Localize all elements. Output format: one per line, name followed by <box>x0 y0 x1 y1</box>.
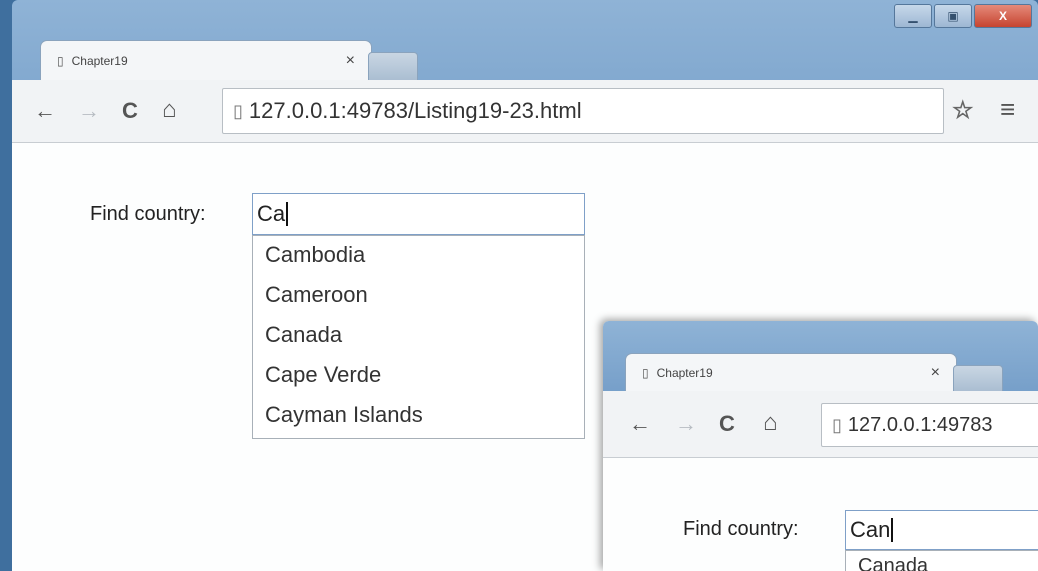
reload-icon[interactable]: C <box>122 98 138 124</box>
suggestion-item[interactable]: Canada <box>846 555 1038 571</box>
maximize-button[interactable]: ▣ <box>934 4 972 28</box>
tab-chapter19[interactable]: ▯ Chapter19 × <box>625 353 957 392</box>
input-value: Ca <box>257 201 286 226</box>
autocomplete-list: Cambodia Cameroon Canada Cape Verde Caym… <box>252 235 585 439</box>
tab-close-icon[interactable]: × <box>346 52 355 70</box>
new-tab-button[interactable] <box>368 52 418 82</box>
tab-title: Chapter19 <box>656 366 713 380</box>
menu-icon[interactable]: ≡ <box>1000 94 1015 125</box>
tab-chapter19[interactable]: ▯ Chapter19 × <box>40 40 372 81</box>
url-text: 127.0.0.1:49783 <box>847 413 993 436</box>
input-value: Can <box>850 517 891 542</box>
country-search-input[interactable]: Can <box>845 510 1038 550</box>
address-bar[interactable]: ▯ 127.0.0.1:49783 <box>821 403 1038 447</box>
find-country-label: Find country: <box>90 203 206 225</box>
page-icon: ▯ <box>832 414 842 435</box>
minimize-button[interactable]: ▁ <box>894 4 932 28</box>
page-icon: ▯ <box>642 366 649 380</box>
text-caret <box>286 202 289 226</box>
page-icon: ▯ <box>233 100 243 121</box>
find-country-label: Find country: <box>683 518 799 540</box>
browser-toolbar: ← → C ⌂ ▯ 127.0.0.1:49783 <box>603 391 1038 458</box>
text-caret <box>891 518 894 542</box>
browser-toolbar: ← → C ⌂ ▯ 127.0.0.1:49783/Listing19-23.h… <box>12 80 1038 143</box>
suggestion-item[interactable]: Cambodia <box>253 242 584 282</box>
suggestion-item[interactable]: Cameroon <box>253 282 584 322</box>
suggestion-item[interactable]: Cayman Islands <box>253 402 584 442</box>
url-text: 127.0.0.1:49783/Listing19-23.html <box>248 98 582 123</box>
page-content: Find country: Can Canada <box>603 458 1038 571</box>
browser-window-overlay: ▯ Chapter19 × ← → C ⌂ ▯ 127.0.0.1:49783 … <box>603 321 1038 571</box>
window-controls: ▁ ▣ X <box>894 4 1032 28</box>
suggestion-item[interactable]: Cape Verde <box>253 362 584 402</box>
forward-icon[interactable]: → <box>78 98 100 124</box>
address-bar[interactable]: ▯ 127.0.0.1:49783/Listing19-23.html <box>222 88 944 134</box>
reload-icon[interactable]: C <box>719 411 735 437</box>
new-tab-button[interactable] <box>953 365 1003 393</box>
back-icon[interactable]: ← <box>34 98 56 124</box>
bookmark-star-icon[interactable]: ☆ <box>952 96 974 125</box>
forward-icon[interactable]: → <box>675 411 697 437</box>
home-icon[interactable]: ⌂ <box>763 409 778 437</box>
back-icon[interactable]: ← <box>629 411 651 437</box>
autocomplete-list: Canada <box>845 550 1038 571</box>
tab-close-icon[interactable]: × <box>931 364 940 382</box>
page-icon: ▯ <box>57 54 64 68</box>
close-window-button[interactable]: X <box>974 4 1032 28</box>
tab-title: Chapter19 <box>71 54 128 68</box>
home-icon[interactable]: ⌂ <box>162 96 177 124</box>
suggestion-item[interactable]: Canada <box>253 322 584 362</box>
country-search-input[interactable]: Ca <box>252 193 585 235</box>
